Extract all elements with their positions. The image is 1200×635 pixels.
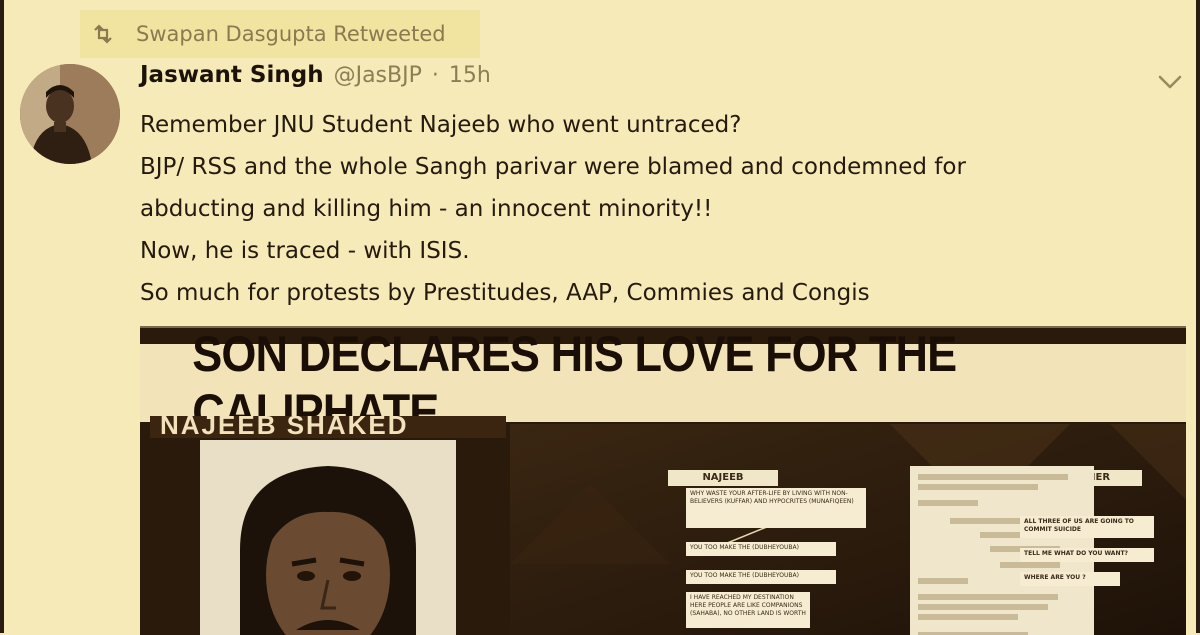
- najeeb-message: WHY WASTE YOUR AFTER-LIFE BY LIVING WITH…: [686, 488, 866, 528]
- tweet-media[interactable]: SON DECLARES HIS LOVE FOR THE CALIPHATE …: [140, 326, 1186, 635]
- chat-line: [918, 594, 1058, 600]
- najeeb-message: I HAVE REACHED MY DESTINATION HERE PEOPL…: [686, 592, 810, 628]
- chat-line: [918, 484, 1038, 490]
- tweet-line: Remember JNU Student Najeeb who went unt…: [140, 112, 742, 138]
- avatar[interactable]: [20, 64, 120, 164]
- chat-line: [918, 604, 1048, 610]
- tweet-line: Now, he is traced - with ISIS.: [140, 238, 470, 264]
- tweet-header: Jaswant Singh @JasBJP · 15h: [140, 62, 491, 96]
- tweet-body: Remember JNU Student Najeeb who went unt…: [140, 104, 1140, 314]
- name-strip: NAJEEB SHAKED: [150, 416, 506, 438]
- chat-graphic: NAJEEB MOTHER WHY WASTE YOUR AFTER-LIFE …: [510, 424, 1186, 635]
- portrait-photo: [200, 440, 456, 635]
- tweet-line: So much for protests by Prestitudes, AAP…: [140, 280, 870, 306]
- retweet-icon: [90, 21, 116, 47]
- chat-line: [918, 578, 968, 584]
- chat-line: [918, 474, 1068, 480]
- chat-line: [918, 500, 978, 506]
- header-separator: ·: [431, 63, 439, 88]
- name-strip-text: NAJEEB SHAKED: [160, 416, 409, 438]
- najeeb-message: YOU TOO MAKE THE (DUBHEYOUBA): [686, 570, 836, 584]
- tweet-timestamp[interactable]: 15h: [449, 63, 491, 88]
- chevron-down-icon[interactable]: [1155, 70, 1185, 94]
- mother-message: ALL THREE OF US ARE GOING TO COMMIT SUIC…: [1020, 516, 1154, 538]
- avatar-image: [20, 64, 120, 164]
- mother-message: WHERE ARE YOU ?: [1020, 572, 1120, 586]
- chat-line: [1000, 562, 1060, 568]
- chat-line: [918, 614, 1018, 620]
- tweet-line: BJP/ RSS and the whole Sangh parivar wer…: [140, 154, 966, 180]
- user-handle[interactable]: @JasBJP: [334, 63, 422, 88]
- najeeb-message: YOU TOO MAKE THE (DUBHEYOUBA): [686, 542, 836, 556]
- retweeted-by-label: Swapan Dasgupta Retweeted: [136, 22, 446, 46]
- retweet-context[interactable]: Swapan Dasgupta Retweeted: [80, 10, 480, 58]
- headline-banner: SON DECLARES HIS LOVE FOR THE CALIPHATE: [140, 328, 1186, 440]
- tweet-line: abducting and killing him - an innocent …: [140, 196, 713, 222]
- display-name[interactable]: Jaswant Singh: [140, 62, 324, 88]
- najeeb-column-header: NAJEEB: [668, 470, 778, 486]
- mother-message: TELL ME WHAT DO YOU WANT?: [1020, 548, 1154, 562]
